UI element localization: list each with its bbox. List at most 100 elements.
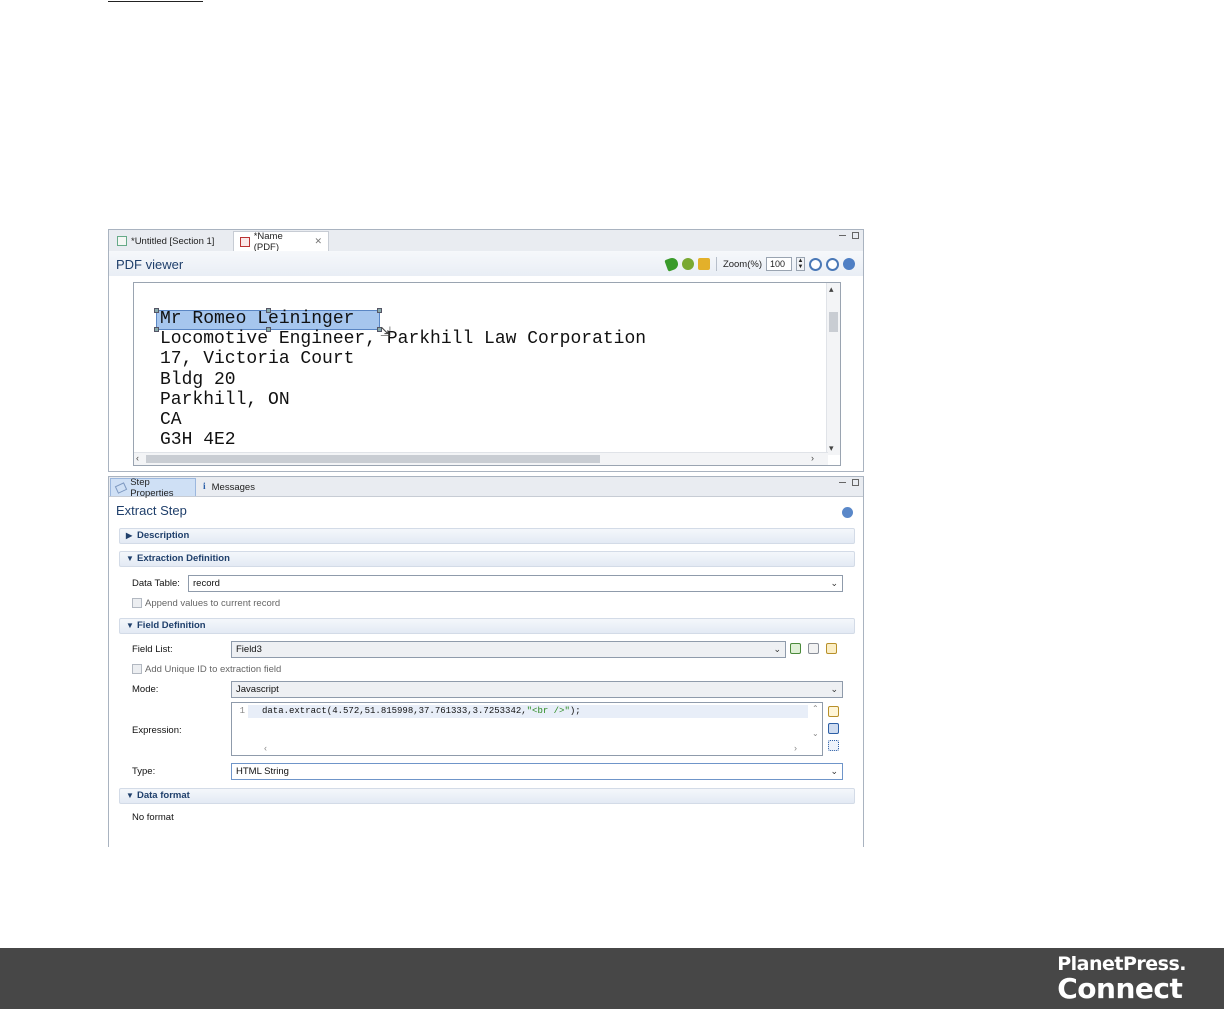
scroll-left-icon[interactable]: ‹ [136,453,139,463]
editor-panel: *Untitled [Section 1] *Name (PDF) ✕ PDF … [108,229,864,472]
zoom-label: Zoom(%) [722,258,762,270]
selection-handle[interactable] [154,308,159,313]
section-data-format[interactable]: ▼ Data format [119,788,855,804]
maximize-icon[interactable] [852,232,859,239]
minimize-icon[interactable] [839,235,846,237]
viewer-title: PDF viewer [116,257,184,272]
footer-bar: PlanetPress. Connect [0,948,1224,1009]
horizontal-scrollbar[interactable]: ‹ › [134,452,828,465]
section-field-definition[interactable]: ▼ Field Definition [119,618,855,634]
chevron-down-icon: ▼ [126,621,134,630]
help-icon[interactable] [843,258,855,270]
scroll-down-icon[interactable]: ▾ [829,443,834,454]
expression-horizontal-scrollbar[interactable]: ‹ › [232,743,810,755]
unique-id-checkbox[interactable] [132,664,142,674]
mode-select[interactable]: Javascript ⌄ [231,681,843,698]
pdf-line: Bldg 20 [160,369,236,390]
zoom-out-icon[interactable] [826,257,839,271]
append-values-checkbox[interactable] [132,598,142,608]
code-text: data.extract(4.572,51.815998,37.761333,3… [262,706,527,716]
pdf-line: 17, Victoria Court [160,349,355,370]
close-icon[interactable]: ✕ [314,236,322,247]
properties-panel: Step Properties i Messages Extract Step … [108,476,864,847]
chevron-down-icon: ⌄ [773,644,781,654]
zoom-input[interactable]: 100 [766,257,792,271]
unique-id-label: Add Unique ID to extraction field [145,664,282,675]
remove-field-icon[interactable] [808,643,819,654]
type-select[interactable]: HTML String ⌄ [231,763,843,780]
scroll-left-icon[interactable]: ‹ [264,743,267,753]
properties-tab-bar: Step Properties i Messages [109,477,863,499]
lock-icon[interactable] [697,258,710,270]
tab-label: *Name (PDF) [253,230,283,253]
chevron-down-icon: ▼ [126,554,134,563]
chevron-right-icon: ▶ [126,531,133,540]
section-description[interactable]: ▶ Description [119,528,855,544]
field-list-label: Field List: [132,644,173,655]
tag-icon[interactable] [664,256,680,272]
move-cursor-icon: ⇲ [380,324,391,339]
scroll-down-icon[interactable]: ⌄ [812,729,819,738]
select-value: HTML String [236,766,289,777]
code-string: "<br />" [526,706,570,716]
header-rule [108,0,203,2]
field-list-select[interactable]: Field3 ⌄ [231,641,786,658]
code-line[interactable]: data.extract(4.572,51.815998,37.761333,3… [248,705,808,718]
tab-messages[interactable]: i Messages [198,478,258,496]
chevron-down-icon: ⌄ [830,684,838,694]
selection-handle[interactable] [154,327,159,332]
select-region-icon[interactable] [828,740,839,751]
append-values-label: Append values to current record [145,598,281,609]
rename-field-icon[interactable] [826,643,837,654]
section-label: Field Definition [137,620,206,631]
section-extraction-definition[interactable]: ▼ Extraction Definition [119,551,855,567]
tab-label: Messages [211,481,255,493]
pdf-line: Parkhill, ON [160,389,290,410]
add-field-icon[interactable] [790,643,801,654]
panel-title: Extract Step [116,503,187,518]
pdf-line: Locomotive Engineer, Parkhill Law Corpor… [160,329,647,350]
scroll-right-icon[interactable]: › [811,453,814,463]
tab-name-pdf[interactable]: *Name (PDF) ✕ [233,230,329,253]
expression-editor[interactable]: 1 data.extract(4.572,51.815998,37.761333… [231,702,823,756]
section-label: Data format [137,790,190,801]
pdf-line: Mr Romeo Leininger [160,309,355,329]
pdf-page-view[interactable]: Mr Romeo Leininger Locomotive Engineer, P… [133,282,841,466]
data-table-select[interactable]: record ⌄ [188,575,843,592]
scroll-up-icon[interactable]: ▴ [829,284,834,295]
settings-icon[interactable] [681,258,694,270]
scroll-thumb[interactable] [146,455,600,463]
expression-label: Expression: [132,725,182,736]
zoom-spinner[interactable]: ▲ ▼ [796,257,805,271]
pdf-line: G3H 4E2 [160,430,236,451]
help-icon[interactable] [842,507,853,518]
zoom-in-icon[interactable] [809,257,822,271]
window-controls [839,479,859,486]
insert-table-icon[interactable] [828,723,839,734]
line-number: 1 [232,703,248,741]
expression-vertical-scrollbar[interactable]: ⌃ ⌄ [810,703,822,743]
scroll-up-icon[interactable]: ⌃ [812,704,819,713]
pdf-line: CA [160,410,182,431]
info-icon: i [203,482,206,492]
tab-step-properties[interactable]: Step Properties [110,477,196,499]
select-value: Javascript [236,684,279,695]
editor-tab-bar: *Untitled [Section 1] *Name (PDF) ✕ [109,230,863,253]
properties-icon [114,481,128,494]
maximize-icon[interactable] [852,479,859,486]
scroll-right-icon[interactable]: › [794,743,797,753]
minimize-icon[interactable] [839,482,846,484]
toolbar-separator [715,257,717,271]
edit-script-icon[interactable] [828,706,839,717]
type-label: Type: [132,766,156,777]
tab-untitled-section[interactable]: *Untitled [Section 1] [111,231,229,251]
viewer-tools: Zoom(%) 100 ▲ ▼ [664,256,855,272]
vertical-scrollbar[interactable]: ▴ ▾ [826,283,840,455]
chevron-down-icon: ⌄ [830,578,838,588]
scroll-thumb[interactable] [829,312,838,332]
brand-line-2: Connect [1057,972,1183,1005]
section-label: Extraction Definition [137,553,230,564]
designer-window: *Untitled [Section 1] *Name (PDF) ✕ PDF … [108,229,864,847]
brand-logo: PlanetPress. Connect [1057,955,1186,1003]
chevron-down-icon: ⌄ [830,766,838,776]
